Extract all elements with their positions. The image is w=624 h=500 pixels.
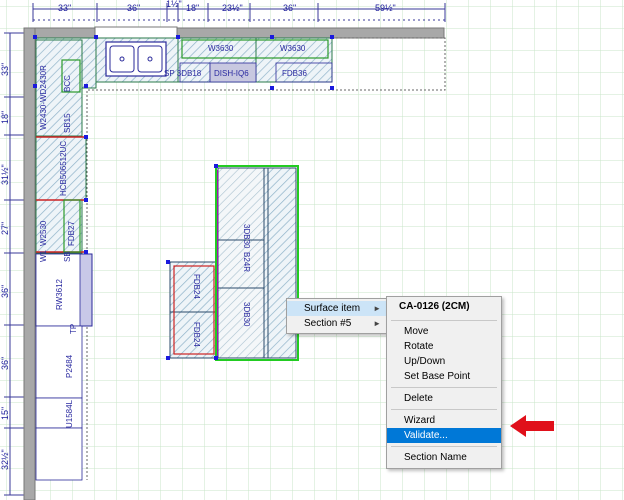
dim-top-3: 1½": [166, 0, 182, 9]
dim-top-1: 33": [58, 3, 71, 13]
wall-left: [23, 27, 36, 500]
chevron-right-icon: ►: [373, 319, 381, 328]
cab-label-island-1: 3DB30: [242, 224, 251, 249]
dim-top-7: 59½": [375, 3, 396, 13]
menu-item-section-name[interactable]: Section Name: [387, 450, 501, 465]
cab-label-side-2: SB: [63, 251, 72, 262]
cab-label-left-wall-3: BCC: [63, 75, 72, 92]
menu-item-section-5-label: Section #5: [304, 318, 352, 329]
cab-label-u15: U1584L: [65, 399, 74, 428]
dim-top-2: 36": [127, 3, 140, 13]
dim-left-1: 33": [0, 63, 10, 76]
menu-item-surface-item[interactable]: Surface item ►: [287, 301, 387, 316]
dim-left-6: 36": [0, 357, 10, 370]
menu-separator: [391, 387, 497, 388]
menu-item-rotate[interactable]: Rotate: [387, 339, 501, 354]
cab-label-tall: HCB506512UC: [59, 141, 68, 196]
cab-label-left-lower-1: W2530: [39, 220, 48, 246]
menu-item-move[interactable]: Move: [387, 324, 501, 339]
menu-separator: [391, 446, 497, 447]
cab-label-island-5: FDB24: [192, 322, 201, 347]
cab-label-island-2: B24R: [242, 252, 251, 272]
red-arrow-icon: [510, 415, 554, 437]
cab-label-base-2: FDB36: [282, 69, 307, 78]
cab-label-left-lower-2: FDB27: [67, 221, 76, 246]
dim-top-5: 23½": [222, 3, 243, 13]
menu-separator: [391, 409, 497, 410]
cab-label-pantry: P2484: [65, 354, 74, 378]
window-opening: [94, 26, 178, 39]
cab-label-island-3: 3DB30: [242, 302, 251, 327]
cab-label-side-1: W1: [39, 249, 48, 262]
surface-item-submenu: CA-0126 (2CM) Move Rotate Up/Down Set Ba…: [386, 296, 502, 469]
menu-item-surface-item-label: Surface item: [304, 303, 361, 314]
menu-item-set-base-point[interactable]: Set Base Point: [387, 369, 501, 384]
cab-label-range-wall: RW3612: [55, 278, 64, 310]
menu-item-delete[interactable]: Delete: [387, 391, 501, 406]
dim-left-3: 31½": [0, 164, 10, 185]
cab-label-wall-2: W3630: [280, 44, 306, 53]
cab-label-dishwasher: DISH-IQ6: [214, 69, 249, 78]
cab-label-left-wall-1: W2430-WD2430R: [39, 65, 48, 130]
submenu-title: CA-0126 (2CM): [399, 301, 470, 312]
context-menu: Surface item ► Section #5 ►: [286, 298, 388, 334]
menu-item-up-down[interactable]: Up/Down: [387, 354, 501, 369]
dim-left-7: 15": [0, 407, 10, 420]
cab-label-tp: TP: [69, 324, 78, 334]
dim-left-4: 27": [0, 222, 10, 235]
menu-item-validate[interactable]: Validate...: [387, 428, 501, 443]
dim-left-5: 36": [0, 285, 10, 298]
chevron-right-icon: ►: [373, 304, 381, 313]
dim-left-8: 32½": [0, 449, 10, 470]
cab-label-island-4: FDB24: [192, 274, 201, 299]
wall-top: [23, 27, 445, 39]
cab-label-wall-1: W3630: [208, 44, 234, 53]
cab-label-base-1: SP 3DB18: [164, 69, 202, 78]
menu-separator: [391, 320, 497, 321]
cab-label-left-wall-2: SB15: [63, 113, 72, 133]
dim-top-4: 18": [186, 3, 199, 13]
dim-left-2: 18": [0, 111, 10, 124]
menu-item-wizard[interactable]: Wizard: [387, 413, 501, 428]
menu-item-section-5[interactable]: Section #5 ►: [287, 316, 387, 331]
dim-top-6: 36": [283, 3, 296, 13]
